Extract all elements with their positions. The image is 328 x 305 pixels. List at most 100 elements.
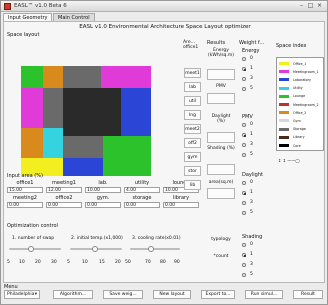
new-layout-button[interactable]: New layout — [153, 290, 191, 299]
weight-group-label: Daylight — [242, 172, 263, 178]
legend-swatch — [279, 78, 289, 82]
header-meeting2: meeting2 — [13, 195, 37, 201]
weight-radio[interactable] — [242, 263, 246, 267]
util-button[interactable]: util — [184, 96, 201, 106]
temp-slider-thumb[interactable] — [92, 246, 98, 252]
typology-label: typology — [211, 237, 231, 242]
menu-bar: Menu Philadelphia ▾ Algorithm... Save we… — [1, 284, 327, 305]
minimize-icon[interactable]: – — [298, 3, 305, 9]
weight-radio[interactable] — [242, 211, 246, 215]
temp-tick: 20 — [115, 260, 121, 265]
header-storage: storage — [132, 195, 152, 201]
weight-radio[interactable] — [242, 87, 246, 91]
zone-meeting1 — [101, 66, 151, 88]
tab-bar: Input Geometry Main Control — [3, 13, 325, 21]
weight-radio-label: 1 — [250, 190, 253, 195]
library-area-input[interactable]: 0.00 — [163, 202, 199, 208]
lng-button[interactable]: lng — [184, 110, 201, 120]
weight-radio[interactable] — [242, 67, 246, 71]
weight-radio-label: 3 — [250, 142, 253, 147]
weight-radio-label: 1 — [250, 132, 253, 137]
app-icon — [4, 3, 11, 10]
meeting1-area-input[interactable]: 12.00 — [46, 187, 82, 193]
weight-radio-label: 3 — [250, 262, 253, 267]
run-simulation-button[interactable]: Run simul... — [245, 290, 283, 299]
meeting2-area-input[interactable]: 0.00 — [7, 202, 43, 208]
space-layout-label: Space layout — [7, 32, 40, 38]
zone-storage-b — [43, 88, 63, 128]
weight-radio[interactable] — [242, 253, 246, 257]
zone-lounge — [21, 66, 43, 88]
save-weights-button[interactable]: Save weig... — [103, 290, 143, 299]
main-panel: EASL v1.0 Environmental Architecture Spa… — [3, 21, 325, 283]
swap-tick: 5 — [7, 260, 10, 265]
legend-item-label: Meetingroom_2 — [293, 102, 319, 107]
tab-input-geometry[interactable]: Input Geometry — [3, 13, 53, 21]
weight-radio[interactable] — [242, 143, 246, 147]
header-gym: gym. — [96, 195, 110, 201]
zone-core — [63, 88, 121, 136]
export-button[interactable]: Export to... — [201, 290, 235, 299]
swap-slider-track[interactable] — [9, 248, 61, 250]
legend-item-label: Laboratory — [293, 77, 311, 82]
weight-radio[interactable] — [242, 123, 246, 127]
window-title: EASL™ v1.0 Beta 6 — [14, 3, 67, 9]
close-icon[interactable]: × — [316, 3, 323, 9]
weight-radio[interactable] — [242, 181, 246, 185]
space-layout-canvas[interactable] — [21, 66, 151, 176]
weight-radio[interactable] — [242, 77, 246, 81]
off2-button[interactable]: off2 — [184, 138, 201, 148]
shading-result-label: Shading (%) — [207, 146, 235, 151]
stor-button[interactable]: stor — [184, 166, 201, 176]
weight-radio[interactable] — [242, 201, 246, 205]
algorithm-button[interactable]: Algorithm... — [53, 290, 93, 299]
storage-area-input[interactable]: 0.00 — [124, 202, 160, 208]
utility-area-input[interactable]: 4.00 — [124, 187, 160, 193]
weight-radio[interactable] — [242, 153, 246, 157]
result-button[interactable]: Result — [293, 290, 323, 299]
energy-result-box — [207, 69, 235, 80]
temp-tick: 10 — [82, 260, 88, 265]
weight-radio[interactable] — [242, 243, 246, 247]
maximize-icon[interactable]: □ — [307, 3, 314, 9]
legend-control-icon[interactable]: ↕ ↕ ——◯ — [278, 158, 300, 163]
weight-radio-label: 5 — [250, 152, 253, 157]
legend-swatch — [279, 135, 289, 139]
cooling-slider-track[interactable] — [130, 248, 180, 250]
daylight-result-label: Daylight (%) — [211, 114, 231, 124]
temp-tick: 15 — [99, 260, 105, 265]
office2-area-input[interactable]: 0.00 — [46, 202, 82, 208]
results-label: Results — [207, 40, 226, 46]
weight-radio[interactable] — [242, 191, 246, 195]
tab-main-control[interactable]: Main Control — [53, 13, 95, 21]
swap-slider-thumb[interactable] — [28, 246, 34, 252]
weight-radio-label: 0 — [250, 242, 253, 247]
weight-radio-label: 5 — [250, 210, 253, 215]
lab-button[interactable]: lab — [184, 82, 201, 92]
legend-swatch — [279, 144, 289, 147]
weight-radio[interactable] — [242, 57, 246, 61]
legend-item-label: Core — [293, 143, 301, 148]
lab-area-input[interactable]: 10.00 — [85, 187, 121, 193]
weight-radio-label: 1 — [250, 252, 253, 257]
count-label: *count — [213, 254, 229, 259]
lib-button[interactable]: lib — [184, 180, 201, 190]
swap-tick: 20 — [35, 260, 41, 265]
zone-lounge-b — [103, 136, 151, 176]
gym-area-input[interactable]: 0.00 — [85, 202, 121, 208]
weight-radio[interactable] — [242, 133, 246, 137]
office1-area-input[interactable]: 15.00 — [7, 187, 43, 193]
legend-swatch — [279, 119, 289, 123]
weight-group-label: PMV — [242, 114, 253, 120]
city-dropdown[interactable]: Philadelphia ▾ — [4, 290, 40, 299]
cooling-slider-thumb[interactable] — [148, 246, 154, 252]
legend-item-label: Gym — [293, 118, 301, 123]
weight-radio[interactable] — [242, 273, 246, 277]
weight-radio-label: 1 — [250, 66, 253, 71]
gym-button[interactable]: gym — [184, 152, 201, 162]
meet2-button[interactable]: meet2 — [184, 124, 201, 134]
app-window: EASL™ v1.0 Beta 6 – □ × Input Geometry M… — [0, 0, 328, 305]
meet1-button[interactable]: meet1 — [184, 68, 201, 78]
header-office1: office1 — [16, 180, 34, 186]
swap-slider-label: 1. number of swap — [12, 236, 55, 241]
